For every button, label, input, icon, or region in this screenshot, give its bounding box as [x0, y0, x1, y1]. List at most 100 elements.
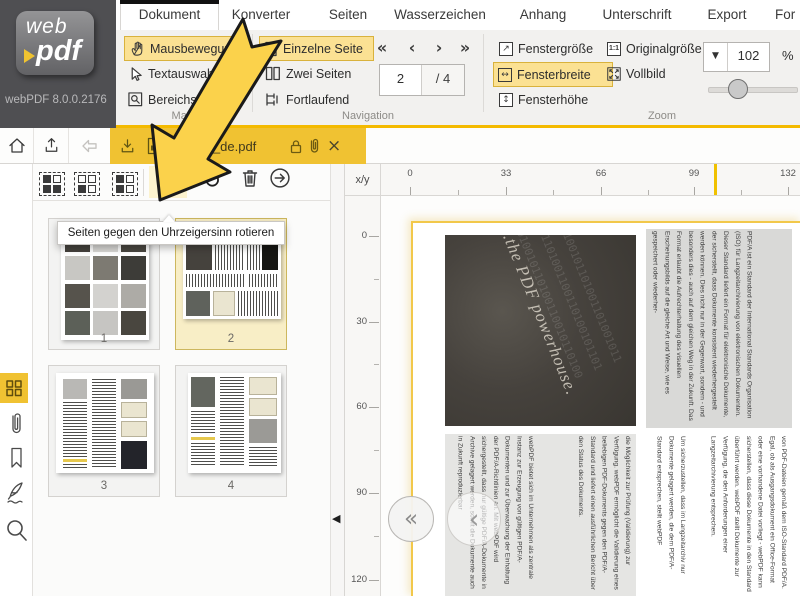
textauswahl-label: Textauswahl: [148, 67, 217, 81]
mausbewegung-label: Mausbewegung: [150, 42, 238, 56]
thumbnail-page-2-preview: [183, 241, 281, 319]
fenstergroesse-button[interactable]: ↗ Fenstergröße: [495, 37, 609, 60]
hand-icon: [129, 40, 145, 57]
goto-previous-page-button[interactable]: ‹: [447, 492, 501, 546]
panel-splitter[interactable]: ◀: [330, 164, 345, 596]
home-icon: [7, 136, 27, 155]
bereichszoom-label: Bereichszoom: [148, 93, 227, 107]
webpdf-logo: web pdf: [16, 11, 94, 75]
continuous-pages-icon: [265, 92, 281, 107]
back-button[interactable]: [69, 128, 109, 163]
v-tick-label: 90: [347, 487, 367, 498]
thumbnail-page-4[interactable]: 4: [175, 365, 287, 497]
tab-unterschrift[interactable]: Unterschrift: [593, 0, 681, 30]
first-page-button[interactable]: «: [371, 38, 393, 58]
h-tick-label: 0: [395, 168, 425, 179]
fensterbreite-label: Fensterbreite: [517, 68, 591, 82]
goto-first-page-button[interactable]: «: [388, 496, 434, 542]
zoom-value-input[interactable]: 102: [728, 43, 769, 71]
bereichszoom-button[interactable]: Bereichszoom: [124, 88, 244, 111]
download-icon: [118, 137, 137, 156]
textauswahl-button[interactable]: Textauswahl: [124, 62, 236, 85]
fortlaufend-button[interactable]: Fortlaufend: [261, 88, 369, 111]
window-size-icon: ↗: [499, 42, 513, 56]
arrow-right-circle-icon: [269, 167, 291, 189]
zoom-slider-track[interactable]: [708, 87, 798, 93]
page-paragraph: PDF/A ist ein Standard der International…: [649, 231, 755, 424]
sidebar-item-thumbnails[interactable]: [0, 373, 28, 403]
mausbewegung-button[interactable]: Mausbewegung: [124, 36, 246, 61]
maus-group-label: Maus: [150, 110, 220, 125]
einzelne-seite-button[interactable]: Einzelne Seite: [259, 36, 374, 61]
zwei-seiten-button[interactable]: Zwei Seiten: [261, 62, 369, 85]
ribbon: Dokument Konverter Seiten Wasserzeichen …: [116, 0, 800, 128]
originalgroesse-label: Originalgröße: [626, 42, 702, 56]
move-page-button[interactable]: [261, 166, 299, 198]
rotate-clockwise-button[interactable]: ↻: [193, 166, 231, 198]
sidebar-icon-strip: [0, 164, 33, 596]
navigation-group-label: Navigation: [308, 110, 428, 125]
rotate-counterclockwise-button[interactable]: ↺: [149, 166, 187, 198]
thumbnail-page-3[interactable]: 3: [48, 365, 160, 497]
sidebar-item-search[interactable]: [0, 518, 32, 549]
search-icon: [4, 518, 28, 544]
document-tab-webpdf-de[interactable]: webpdf_de.pdf ×: [110, 128, 366, 164]
sidebar-item-bookmarks[interactable]: [0, 446, 32, 475]
collapse-panel-arrow[interactable]: ◀: [332, 512, 340, 525]
rotate-ccw-tooltip: Seiten gegen den Uhrzeigersinn rotieren: [57, 221, 285, 245]
horizontal-ruler: 0 33 66 99 132: [381, 164, 800, 196]
vertical-ruler: 0 30 60 90 120: [345, 196, 381, 596]
tab-formulare[interactable]: For: [775, 0, 800, 30]
select-all-pages-button[interactable]: [112, 172, 138, 196]
select-even-pages-button[interactable]: [74, 172, 100, 196]
page-total-label: / 4: [422, 65, 464, 95]
tab-dokument[interactable]: Dokument: [120, 0, 219, 30]
tab-konverter[interactable]: Konverter: [221, 0, 301, 30]
fensterhoehe-label: Fensterhöhe: [518, 93, 588, 107]
toolbar-divider: [143, 169, 144, 196]
fullscreen-icon: [607, 67, 621, 81]
file-icon: [146, 137, 161, 155]
page-number-input[interactable]: 2: [380, 65, 422, 95]
tab-anhang[interactable]: Anhang: [512, 0, 574, 30]
tab-wasserzeichen[interactable]: Wasserzeichen: [390, 0, 490, 30]
thumbnail-page-number: 1: [49, 333, 159, 345]
brand-panel: web pdf webPDF 8.0.0.2176: [0, 0, 116, 128]
tab-seiten[interactable]: Seiten: [317, 0, 379, 30]
cursor-arrow-icon: [128, 66, 143, 82]
ribbon-tab-strip: Dokument Konverter Seiten Wasserzeichen …: [116, 0, 800, 30]
v-tick-label: 30: [347, 316, 367, 327]
close-tab-button[interactable]: ×: [327, 136, 341, 156]
previous-page-button[interactable]: ‹: [401, 38, 423, 58]
single-page-icon: [264, 41, 278, 57]
sidebar-item-signature[interactable]: [0, 480, 32, 511]
fensterhoehe-button[interactable]: ↕ Fensterhöhe: [495, 88, 607, 111]
zoom-slider-handle[interactable]: [728, 79, 748, 99]
thumbnail-page-number: 2: [176, 333, 286, 345]
vollbild-button[interactable]: Vollbild: [603, 62, 691, 85]
h-tick-label: 99: [679, 168, 709, 179]
tab-export[interactable]: Export: [696, 0, 758, 30]
fortlaufend-label: Fortlaufend: [286, 93, 349, 107]
upload-button[interactable]: [34, 128, 68, 163]
app-window: web pdf webPDF 8.0.0.2176 Dokument Konve…: [0, 0, 800, 596]
document-viewer[interactable]: 0110100101101001101001011 01011010011001…: [381, 196, 800, 596]
home-button[interactable]: [0, 128, 33, 163]
select-odd-pages-button[interactable]: [39, 172, 65, 196]
sidebar-item-attachments[interactable]: [0, 411, 32, 442]
fensterbreite-button[interactable]: ↔ Fensterbreite: [493, 62, 613, 87]
logo-pdf-text: pdf: [36, 35, 81, 68]
page-paragraph: von PDF-Dateien gemäß dem ISO-Standard P…: [707, 436, 789, 594]
page-number-control: 2 / 4: [379, 64, 465, 96]
vollbild-label: Vollbild: [626, 67, 666, 81]
zoom-dropdown-button[interactable]: ▼: [704, 43, 728, 71]
zwei-seiten-label: Zwei Seiten: [286, 67, 351, 81]
quill-icon: [5, 480, 27, 506]
next-page-button[interactable]: ›: [428, 38, 450, 58]
window-width-icon: ↔: [498, 68, 512, 82]
back-arrow-icon: [80, 137, 99, 155]
group-separator: [483, 34, 484, 112]
last-page-button[interactable]: »: [454, 38, 476, 58]
document-tab-bar: webpdf_de.pdf ×: [0, 128, 800, 164]
ruler-position-marker: [714, 164, 717, 196]
